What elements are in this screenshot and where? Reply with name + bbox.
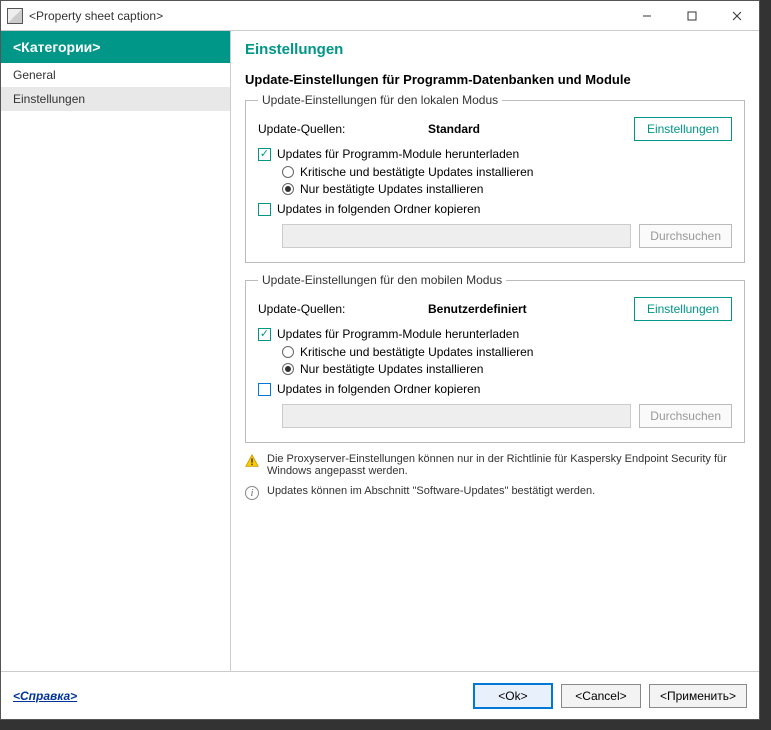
mobile-download-modules-checkbox[interactable]: ✓ Updates für Programm-Module herunterla… <box>258 327 732 341</box>
info-note: i Updates können im Abschnitt "Software-… <box>245 485 745 500</box>
local-mode-group: Update-Einstellungen für den lokalen Mod… <box>245 93 745 263</box>
local-folder-input[interactable] <box>282 224 631 248</box>
cancel-button[interactable]: <Cancel> <box>561 684 641 708</box>
local-download-modules-label: Updates für Programm-Module herunterlade… <box>277 147 519 161</box>
local-settings-button[interactable]: Einstellungen <box>634 117 732 141</box>
titlebar: <Property sheet caption> <box>1 1 759 31</box>
ok-button[interactable]: <Ok> <box>473 683 553 709</box>
mobile-sources-label: Update-Quellen: <box>258 302 428 316</box>
sidebar-header: <Категории> <box>1 31 230 63</box>
local-sources-label: Update-Quellen: <box>258 122 428 136</box>
warning-icon <box>245 454 259 468</box>
minimize-button[interactable] <box>624 1 669 30</box>
mobile-copy-folder-label: Updates in folgenden Ordner kopieren <box>277 382 480 396</box>
window-title: <Property sheet caption> <box>29 9 163 23</box>
property-sheet-window: <Property sheet caption> <Категории> Gen… <box>0 0 760 720</box>
radio-icon <box>282 363 294 375</box>
info-icon: i <box>245 486 259 500</box>
mobile-radio-critical[interactable]: Kritische und bestätigte Updates install… <box>282 345 732 359</box>
local-sources-value: Standard <box>428 122 480 136</box>
mobile-sources-row: Update-Quellen: Benutzerdefiniert Einste… <box>258 297 732 321</box>
sidebar: <Категории> General Einstellungen <box>1 31 231 671</box>
mobile-browse-button[interactable]: Durchsuchen <box>639 404 732 428</box>
local-browse-button[interactable]: Durchsuchen <box>639 224 732 248</box>
radio-icon <box>282 346 294 358</box>
proxy-note-text: Die Proxyserver-Einstellungen können nur… <box>267 453 745 477</box>
local-copy-folder-label: Updates in folgenden Ordner kopieren <box>277 202 480 216</box>
mobile-folder-input[interactable] <box>282 404 631 428</box>
mobile-settings-button[interactable]: Einstellungen <box>634 297 732 321</box>
help-link[interactable]: <Справка> <box>13 689 77 703</box>
mobile-sources-value: Benutzerdefiniert <box>428 302 527 316</box>
sidebar-item-einstellungen[interactable]: Einstellungen <box>1 87 230 111</box>
check-icon: ✓ <box>258 328 271 341</box>
page-title: Einstellungen <box>245 41 745 58</box>
check-icon <box>258 383 271 396</box>
sidebar-item-general[interactable]: General <box>1 63 230 87</box>
local-legend: Update-Einstellungen für den lokalen Mod… <box>258 93 502 107</box>
footer: <Справка> <Ok> <Cancel> <Применить> <box>1 671 759 719</box>
local-radio-critical[interactable]: Kritische und bestätigte Updates install… <box>282 165 732 179</box>
proxy-note: Die Proxyserver-Einstellungen können nur… <box>245 453 745 477</box>
titlebar-left: <Property sheet caption> <box>7 8 163 24</box>
mobile-mode-group: Update-Einstellungen für den mobilen Mod… <box>245 273 745 443</box>
close-button[interactable] <box>714 1 759 30</box>
app-icon <box>7 8 23 24</box>
local-copy-folder-checkbox[interactable]: Updates in folgenden Ordner kopieren <box>258 202 732 216</box>
local-download-modules-checkbox[interactable]: ✓ Updates für Programm-Module herunterla… <box>258 147 732 161</box>
mobile-radio-group: Kritische und bestätigte Updates install… <box>282 345 732 376</box>
local-radio-group: Kritische und bestätigte Updates install… <box>282 165 732 196</box>
info-note-text: Updates können im Abschnitt "Software-Up… <box>267 485 745 497</box>
apply-button[interactable]: <Применить> <box>649 684 747 708</box>
mobile-folder-row: Durchsuchen <box>282 404 732 428</box>
check-icon: ✓ <box>258 148 271 161</box>
local-folder-row: Durchsuchen <box>282 224 732 248</box>
local-radio-confirmed[interactable]: Nur bestätigte Updates installieren <box>282 182 732 196</box>
local-sources-row: Update-Quellen: Standard Einstellungen <box>258 117 732 141</box>
check-icon <box>258 203 271 216</box>
mobile-copy-folder-checkbox[interactable]: Updates in folgenden Ordner kopieren <box>258 382 732 396</box>
mobile-download-modules-label: Updates für Programm-Module herunterlade… <box>277 327 519 341</box>
radio-icon <box>282 166 294 178</box>
section-title: Update-Einstellungen für Programm-Datenb… <box>245 72 745 87</box>
maximize-button[interactable] <box>669 1 714 30</box>
mobile-radio-confirmed[interactable]: Nur bestätigte Updates installieren <box>282 362 732 376</box>
mobile-legend: Update-Einstellungen für den mobilen Mod… <box>258 273 506 287</box>
radio-icon <box>282 183 294 195</box>
window-buttons <box>624 1 759 30</box>
main-panel: Einstellungen Update-Einstellungen für P… <box>231 31 759 671</box>
content: <Категории> General Einstellungen Einste… <box>1 31 759 671</box>
